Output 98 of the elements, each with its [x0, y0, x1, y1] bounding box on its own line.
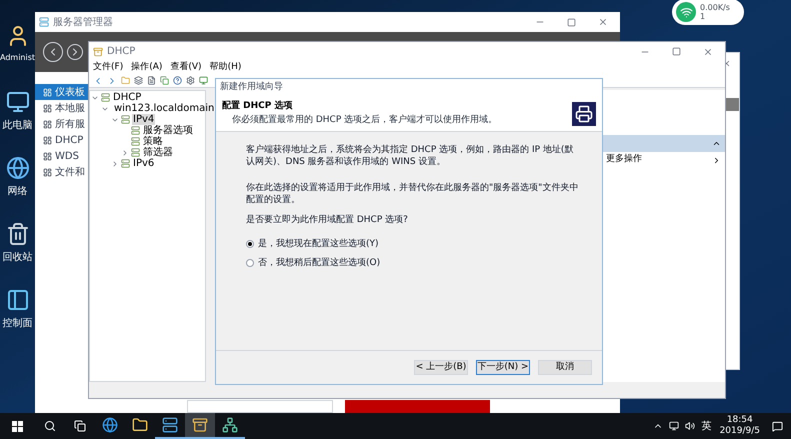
- tree-node-icon: [131, 126, 140, 135]
- nav-label: DHCP: [55, 134, 84, 148]
- nav-label: 本地服: [55, 102, 85, 116]
- network-icon: [6, 156, 30, 180]
- window-title: DHCP: [107, 45, 136, 59]
- dhcp-icon: [192, 417, 208, 433]
- browser-icon: [102, 417, 118, 433]
- nav-icon: [43, 152, 52, 160]
- nav-item[interactable]: DHCP: [35, 132, 88, 148]
- radio-button[interactable]: [246, 258, 254, 266]
- tree-node-icon: [121, 159, 130, 168]
- nav-icon: [43, 88, 52, 96]
- nav-item[interactable]: WDS: [35, 148, 88, 164]
- connection-count: 1: [700, 12, 706, 21]
- menu-item[interactable]: 帮助(H): [210, 60, 242, 74]
- forward-button[interactable]: [67, 44, 83, 60]
- wizard-button[interactable]: 下一步(N) >: [476, 360, 530, 375]
- nav-icon: [43, 104, 52, 112]
- tree-item[interactable]: IPv6: [132, 158, 156, 169]
- window-title: 服务器管理器: [53, 16, 113, 30]
- recycle-bin-icon: [6, 222, 30, 246]
- nav-label: 所有服: [55, 118, 85, 132]
- control-panel-icon: [6, 288, 30, 312]
- nav-item[interactable]: 本地服: [35, 100, 88, 116]
- expand-icon[interactable]: [111, 160, 119, 168]
- tree-item[interactable]: 策略: [142, 136, 164, 147]
- menu-item[interactable]: 查看(V): [170, 60, 202, 74]
- collapse-icon[interactable]: [712, 139, 721, 148]
- export-icon[interactable]: [160, 76, 169, 85]
- nav-label: 文件和: [55, 166, 85, 180]
- desktop-icon-label[interactable]: Administ: [0, 52, 36, 64]
- description-text: 客户端获得地址之后，系统将会为其指定 DHCP 选项，例如，路由器的 IP 地址(默认网关)、DNS 服务器和该作用域的 WINS 设置。: [246, 144, 574, 168]
- monitor-icon[interactable]: [199, 76, 208, 85]
- task-view-icon[interactable]: [74, 420, 86, 432]
- wizard-icon: [575, 104, 593, 122]
- maximize-icon[interactable]: [567, 18, 576, 26]
- tree-item[interactable]: IPv4: [132, 114, 156, 125]
- close-icon[interactable]: [598, 17, 608, 27]
- nav-icon: [43, 136, 52, 144]
- radio-label[interactable]: 否，我想稍后配置这些选项(O): [258, 256, 380, 268]
- server-manager-icon: [162, 417, 178, 433]
- folder-icon: [132, 417, 148, 433]
- tree-item[interactable]: win123.localdomain: [113, 103, 216, 114]
- tree-item[interactable]: 服务器选项: [142, 125, 194, 136]
- properties-icon[interactable]: [147, 76, 156, 85]
- help-icon[interactable]: [173, 76, 182, 85]
- question-text: 是否要立即为此作用域配置 DHCP 选项?: [246, 214, 409, 226]
- more-actions-link[interactable]: 更多操作: [606, 153, 642, 167]
- dialog-title: 新建作用域向导: [220, 80, 283, 94]
- tree-item[interactable]: DHCP: [112, 92, 142, 103]
- tree-node-icon: [131, 148, 140, 157]
- radio-label[interactable]: 是，我想现在配置这些选项(Y): [258, 238, 379, 250]
- tree-node-icon: [101, 93, 110, 102]
- nav-label: 仪表板: [55, 86, 85, 100]
- notification-icon[interactable]: [772, 420, 783, 432]
- menu-item[interactable]: 文件(F): [93, 60, 124, 74]
- nav-icon: [43, 168, 52, 176]
- nav-label: WDS: [55, 150, 79, 164]
- app-icon: [93, 46, 103, 56]
- wizard-button[interactable]: 取消: [538, 360, 592, 375]
- search-icon[interactable]: [44, 420, 56, 432]
- network-tool-icon: [222, 417, 238, 433]
- nav-item[interactable]: 仪表板: [35, 84, 88, 100]
- volume-icon[interactable]: [684, 421, 695, 431]
- tree-node-icon: [121, 115, 130, 124]
- clock-date: 2019/9/5: [720, 426, 760, 437]
- nav-item[interactable]: 文件和: [35, 164, 88, 180]
- wifi-icon: [680, 6, 692, 18]
- computer-icon: [6, 90, 30, 114]
- description-text: 你在此选择的设置将适用于此作用域，并替代你在此服务器的"服务器选项"文件夹中配置的设置。: [246, 182, 580, 206]
- desktop-icon-label[interactable]: 此电脑: [2, 118, 32, 133]
- desktop-icon-label[interactable]: 回收站: [2, 250, 32, 265]
- windows-icon: [12, 420, 23, 432]
- page-heading: 配置 DHCP 选项: [222, 100, 294, 113]
- menu-item[interactable]: 操作(A): [131, 60, 162, 74]
- close-icon[interactable]: [703, 46, 713, 56]
- settings-icon[interactable]: [186, 76, 195, 85]
- wizard-button[interactable]: < 上一步(B): [414, 360, 468, 375]
- input-language[interactable]: 英: [702, 418, 712, 434]
- taskbar-app[interactable]: [185, 413, 215, 439]
- app-icon: [39, 17, 49, 27]
- nav-item[interactable]: 所有服: [35, 116, 88, 132]
- page-description: 你必须配置最常用的 DHCP 选项之后，客户端才可以使用作用域。: [231, 114, 498, 126]
- nav-icon: [43, 120, 52, 128]
- desktop-icon-label[interactable]: 网络: [8, 184, 28, 199]
- network-speed: 0.00K/s: [700, 3, 730, 12]
- expand-icon[interactable]: [121, 148, 129, 156]
- tree-node-icon: [131, 137, 140, 146]
- clock[interactable]: 18:54 2019/9/5: [720, 415, 760, 437]
- desktop-icon-label[interactable]: 控制面: [2, 316, 32, 331]
- network-status-icon[interactable]: [668, 421, 679, 431]
- radio-button[interactable]: [246, 240, 254, 248]
- console-tree-icon[interactable]: [134, 76, 143, 85]
- tree-item[interactable]: 筛选器: [142, 147, 174, 158]
- maximize-icon[interactable]: [672, 47, 681, 56]
- back-button[interactable]: [43, 42, 63, 62]
- network-speed-widget[interactable]: 0.00K/s 1: [672, 0, 744, 25]
- clock-time: 18:54: [726, 415, 753, 426]
